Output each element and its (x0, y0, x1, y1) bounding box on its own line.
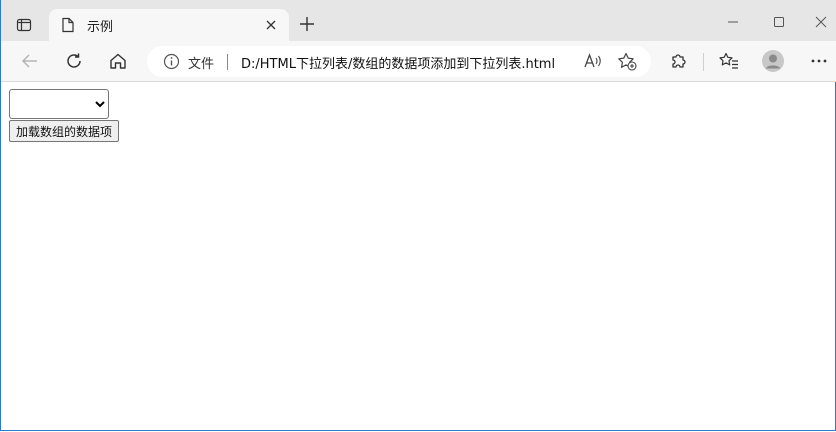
minimize-icon (728, 21, 738, 23)
toolbar-divider (703, 53, 704, 71)
tab-actions-icon (16, 17, 32, 33)
close-window-button[interactable] (809, 10, 833, 34)
tab-strip: 示例 (1, 0, 836, 41)
address-divider (227, 54, 228, 70)
close-tab-button[interactable] (263, 17, 279, 33)
info-icon[interactable] (163, 53, 180, 70)
back-arrow-icon (21, 54, 37, 68)
home-icon (110, 53, 126, 69)
browser-window: 示例 文件 D:/HTML下拉列表/数组的数据项添加到下拉列表.html 加载数… (0, 0, 836, 431)
address-bar[interactable]: 文件 D:/HTML下拉列表/数组的数据项添加到下拉列表.html (147, 46, 651, 77)
minimize-button[interactable] (721, 10, 745, 34)
demo-dropdown[interactable] (9, 89, 109, 119)
tab-title: 示例 (87, 20, 114, 35)
load-array-items-button[interactable]: 加载数组的数据项 (9, 120, 120, 142)
avatar-icon (762, 50, 784, 72)
add-favorite-icon[interactable] (617, 52, 637, 71)
refresh-button[interactable] (62, 49, 86, 73)
settings-more-button[interactable] (807, 49, 831, 73)
favorites-icon (719, 52, 738, 69)
tab-active[interactable]: 示例 (49, 9, 289, 41)
page-document-icon (61, 17, 75, 33)
page-content: 加载数组的数据项 (9, 89, 120, 142)
browser-toolbar: 文件 D:/HTML下拉列表/数组的数据项添加到下拉列表.html (1, 41, 836, 82)
favorites-button[interactable] (717, 49, 741, 73)
maximize-icon (774, 17, 784, 27)
refresh-icon (67, 53, 81, 68)
file-scheme-label: 文件 (188, 57, 215, 72)
close-window-icon (815, 16, 827, 28)
tab-actions-button[interactable] (7, 8, 41, 42)
profile-button[interactable] (761, 49, 785, 73)
more-icon (811, 59, 827, 63)
puzzle-icon (672, 54, 686, 68)
back-button[interactable] (18, 49, 42, 73)
plus-icon (300, 17, 314, 31)
url-text[interactable]: D:/HTML下拉列表/数组的数据项添加到下拉列表.html (241, 53, 555, 72)
extensions-button[interactable] (667, 49, 691, 73)
close-icon (266, 20, 276, 30)
read-aloud-icon[interactable] (583, 52, 603, 70)
maximize-button[interactable] (767, 10, 791, 34)
new-tab-button[interactable] (297, 14, 317, 34)
home-button[interactable] (106, 49, 130, 73)
